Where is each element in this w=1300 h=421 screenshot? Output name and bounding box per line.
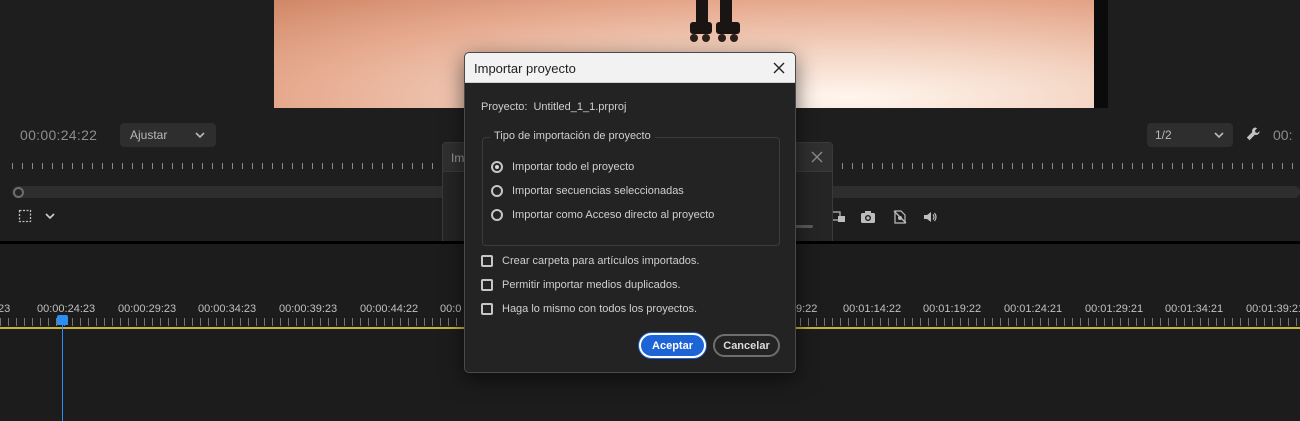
select-zoom-icon[interactable] xyxy=(18,209,32,223)
timeline-time-label: 00:01:14:22 xyxy=(843,303,902,315)
timeline-time-label: 00:00:39:23 xyxy=(279,303,338,315)
timeline-time-label: 00:00:29:23 xyxy=(118,303,177,315)
accept-button[interactable]: Aceptar xyxy=(639,333,706,358)
speaker-icon[interactable] xyxy=(922,209,938,225)
timeline-playhead-line xyxy=(62,325,63,421)
radio-import-all[interactable]: Importar todo el proyecto xyxy=(491,161,634,173)
radio-import-as-shortcut[interactable]: Importar como Acceso directo al proyecto xyxy=(491,209,714,221)
close-icon[interactable] xyxy=(771,60,787,76)
resolution-select-label: 1/2 xyxy=(1155,128,1172,142)
import-type-legend: Tipo de importación de proyecto xyxy=(490,130,655,142)
duration-timecode: 00: xyxy=(1273,127,1293,143)
checkbox-label: Crear carpeta para artículos importados. xyxy=(502,255,700,267)
wrench-icon[interactable] xyxy=(1245,126,1261,142)
checkbox-apply-to-all[interactable]: Haga lo mismo con todos los proyectos. xyxy=(481,303,697,315)
radio-button[interactable] xyxy=(491,185,503,197)
resolution-select[interactable]: 1/2 xyxy=(1147,123,1233,147)
letterbox-strip xyxy=(1094,0,1108,108)
timeline-time-label: 00:01:29:21 xyxy=(1085,303,1144,315)
project-info: Proyecto: Untitled_1_1.prproj xyxy=(481,101,626,113)
import-type-group: Tipo de importación de proyecto Importar… xyxy=(482,130,780,246)
radio-label: Importar todo el proyecto xyxy=(512,161,635,173)
timeline-time-label: 00:00:34:23 xyxy=(198,303,257,315)
radio-import-selected-sequences[interactable]: Importar secuencias seleccionadas xyxy=(491,185,684,197)
checkbox[interactable] xyxy=(481,255,493,267)
timeline-time-label: 9:22 xyxy=(796,303,818,315)
chevron-down-icon xyxy=(1213,129,1225,141)
radio-button-selected[interactable] xyxy=(491,161,503,173)
background-dialog-slider[interactable] xyxy=(793,225,813,228)
fit-select[interactable]: Ajustar xyxy=(120,123,216,147)
radio-label: Importar como Acceso directo al proyecto xyxy=(512,209,715,221)
fit-select-label: Ajustar xyxy=(130,128,168,142)
checkbox-allow-duplicates[interactable]: Permitir importar medios duplicados. xyxy=(481,279,681,291)
cancel-button[interactable]: Cancelar xyxy=(713,334,780,357)
checkbox[interactable] xyxy=(481,279,493,291)
timeline-time-label: 00:00:44:22 xyxy=(360,303,419,315)
timeline-playhead-handle[interactable] xyxy=(57,315,68,325)
checkbox-label: Haga lo mismo con todos los proyectos. xyxy=(502,303,698,315)
checkbox-label: Permitir importar medios duplicados. xyxy=(502,279,681,291)
project-filename: Untitled_1_1.prproj xyxy=(533,101,627,113)
vr-icon[interactable] xyxy=(892,209,908,225)
playhead-timecode[interactable]: 00:00:24:22 xyxy=(20,127,97,143)
timeline-time-label: 00:01:39:21 xyxy=(1246,303,1300,315)
timeline-time-label: 00:00:24:23 xyxy=(37,303,96,315)
checkbox[interactable] xyxy=(481,303,493,315)
timeline-time-label: 00:01:19:22 xyxy=(923,303,982,315)
timeline-time-label: 00:0 xyxy=(440,303,462,315)
compare-icon[interactable] xyxy=(831,209,847,225)
roller-skates-image xyxy=(690,0,740,42)
timeline-time-label: 00:01:34:21 xyxy=(1165,303,1224,315)
import-project-dialog: Importar proyecto Proyecto: Untitled_1_1.… xyxy=(464,52,796,373)
project-label: Proyecto: xyxy=(481,101,528,113)
radio-label: Importar secuencias seleccionadas xyxy=(512,185,684,197)
dialog-titlebar[interactable]: Importar proyecto xyxy=(465,53,795,83)
timeline-time-label: 00:01:24:21 xyxy=(1004,303,1063,315)
checkbox-create-folder[interactable]: Crear carpeta para artículos importados. xyxy=(481,255,699,267)
background-dialog-title: Im xyxy=(451,151,465,165)
chevron-down-icon[interactable] xyxy=(44,210,56,222)
camera-icon[interactable] xyxy=(860,209,876,225)
close-icon[interactable] xyxy=(810,150,824,164)
timeline-time-label: 23 xyxy=(0,303,11,315)
dialog-title: Importar proyecto xyxy=(474,61,576,76)
chevron-down-icon xyxy=(194,129,206,141)
radio-button[interactable] xyxy=(491,209,503,221)
monitor-playhead-handle[interactable] xyxy=(13,187,24,198)
